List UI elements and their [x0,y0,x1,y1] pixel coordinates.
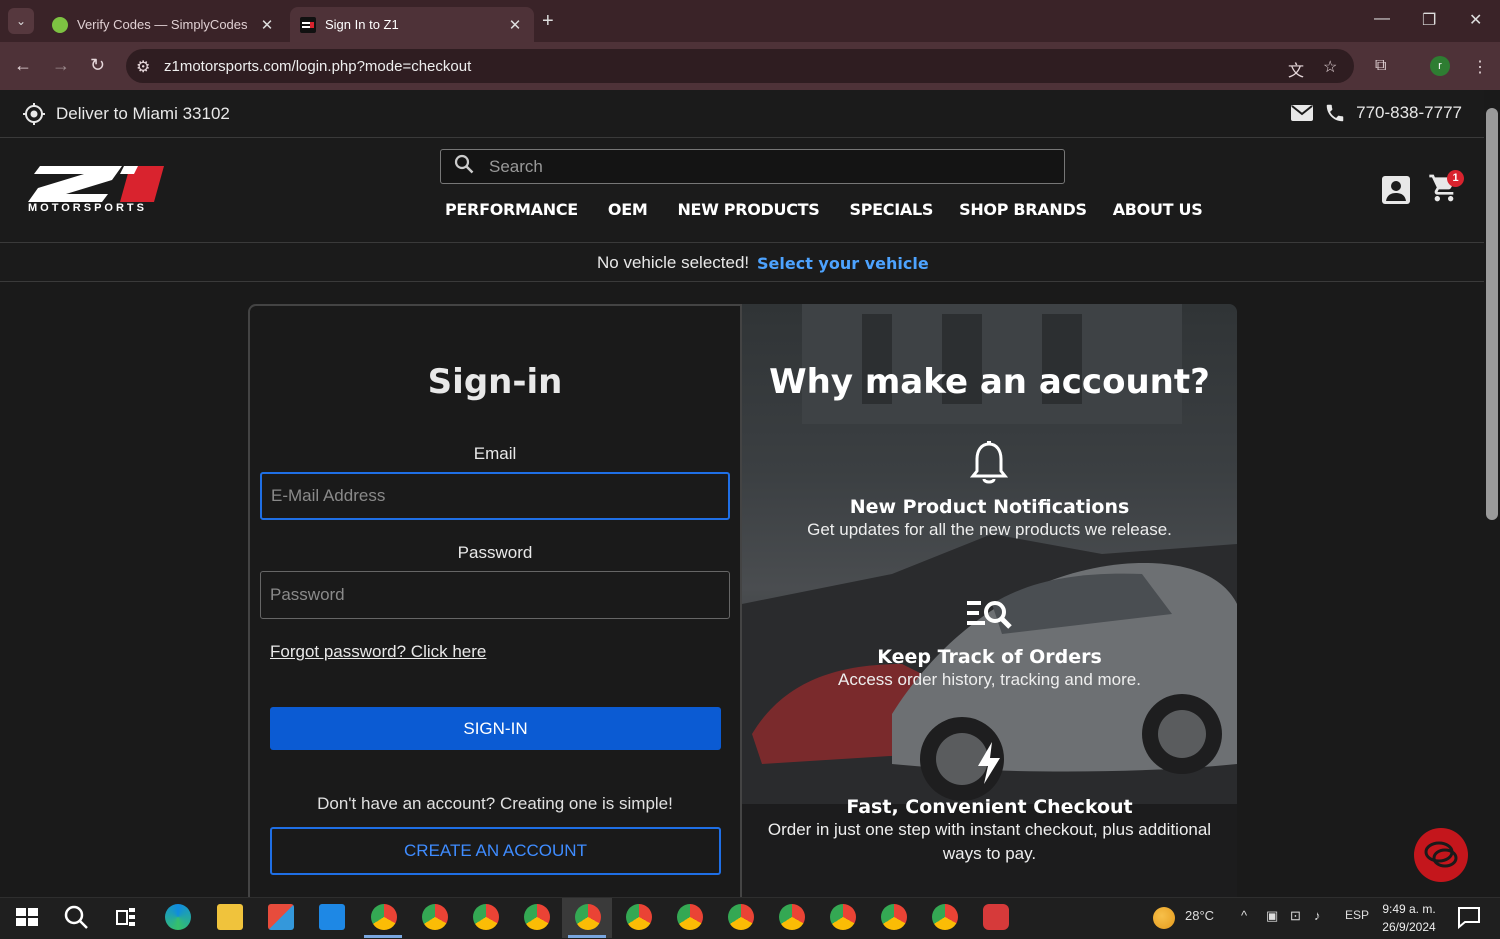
chrome-active-icon[interactable] [575,904,601,930]
select-vehicle-link[interactable]: Select your vehicle [757,254,929,273]
chrome-profile-icon[interactable] [881,904,907,930]
volume-icon[interactable]: ♪ [1314,908,1321,923]
new-tab-icon[interactable]: + [542,10,554,33]
tab-z1-signin[interactable]: Sign In to Z1 ✕ [290,7,534,42]
z1-favicon-icon [300,16,316,33]
chrome-profile-icon[interactable] [524,904,550,930]
nav-about-us[interactable]: ABOUT US [1113,200,1203,219]
signin-button[interactable]: SIGN-IN [270,707,721,750]
nav-performance[interactable]: PERFORMANCE [445,200,578,219]
tab-title: Sign In to Z1 [325,17,399,32]
notifications-icon[interactable] [1456,904,1482,930]
chat-bubble-icon [1424,841,1458,868]
chrome-profile-icon[interactable] [473,904,499,930]
forgot-password-link[interactable]: Forgot password? Click here [270,642,486,662]
why-title: Why make an account? [769,362,1210,402]
meet-now-icon[interactable]: ▣ [1266,908,1278,924]
search-icon[interactable] [441,154,487,179]
feature-title-notifications: New Product Notifications [849,496,1130,518]
nav-new-products[interactable]: NEW PRODUCTS [677,200,819,219]
feature-title-orders: Keep Track of Orders [877,646,1102,668]
tab-title: Verify Codes — SimplyCodes [77,17,248,32]
logo-text: MOTORSPORTS [28,202,147,214]
reload-icon[interactable]: ↻ [90,55,105,76]
nav-shop-brands[interactable]: SHOP BRANDS [959,200,1087,219]
chrome-profile-icon[interactable] [371,904,397,930]
order-search-icon [967,601,1012,629]
chrome-profile-icon[interactable] [932,904,958,930]
edge-icon[interactable] [165,904,191,930]
phone-number[interactable]: 770-838-7777 [1356,103,1462,123]
contact-info: 770-838-7777 [1290,102,1462,124]
lightning-icon [978,742,1000,784]
site-info-icon[interactable]: ⚙ [136,57,150,77]
mail-icon[interactable] [319,904,345,930]
account-icon[interactable] [1380,174,1412,211]
minimize-icon[interactable]: — [1374,10,1390,28]
chevron-up-icon[interactable]: ^ [1241,908,1247,923]
store-icon[interactable] [268,904,294,930]
file-explorer-icon[interactable] [217,904,243,930]
phone-icon[interactable] [1324,102,1346,124]
feature-desc-notifications: Get updates for all the new products we … [807,520,1172,539]
taskbar-clock[interactable]: 9:49 a. m. 26/9/2024 [1376,900,1442,936]
language-indicator[interactable]: ESP [1345,908,1369,922]
chrome-profile-icon[interactable] [728,904,754,930]
chat-widget-button[interactable] [1414,828,1468,882]
chrome-profile-icon[interactable] [626,904,652,930]
feature-desc-orders: Access order history, tracking and more. [838,670,1141,689]
chrome-profile-icon[interactable] [779,904,805,930]
feature-desc-checkout: Order in just one step with instant chec… [767,820,1212,863]
main-nav: PERFORMANCE OEM NEW PRODUCTS SPECIALS SH… [445,200,1232,219]
deliver-location[interactable]: Deliver to Miami 33102 [22,102,230,126]
tab-simplycodes[interactable]: Verify Codes — SimplyCodes ✕ [42,7,286,42]
clock-time: 9:49 a. m. [1382,902,1436,916]
search-input[interactable] [487,155,1051,178]
bell-icon [970,441,1008,484]
nav-specials[interactable]: SPECIALS [850,200,934,219]
cart-count-badge: 1 [1447,170,1464,187]
tab-search-button[interactable]: ⌄ [8,8,34,34]
vehicle-status: No vehicle selected! [597,253,750,272]
extensions-icon[interactable]: ⧉ [1375,57,1386,75]
clock-date: 26/9/2024 [1382,920,1436,934]
feature-title-checkout: Fast, Convenient Checkout [846,796,1133,818]
nav-oem[interactable]: OEM [608,200,648,219]
location-target-icon [23,103,45,125]
close-tab-icon[interactable]: ✕ [506,16,524,34]
windows-start-icon[interactable] [14,904,40,930]
password-label: Password [457,543,533,562]
profile-avatar[interactable]: r [1430,56,1450,76]
back-icon[interactable]: ← [14,55,32,76]
email-label: Email [473,444,517,463]
weather-temp[interactable]: 28°C [1185,908,1214,923]
restore-icon[interactable]: ❐ [1422,10,1436,30]
forward-icon[interactable]: → [52,55,70,76]
close-tab-icon[interactable]: ✕ [258,16,276,34]
scrollbar-thumb[interactable] [1486,108,1498,520]
password-field[interactable] [260,571,730,619]
chrome-profile-icon[interactable] [830,904,856,930]
deliver-text: Deliver to Miami 33102 [56,104,230,123]
menu-icon[interactable]: ⋮ [1472,57,1488,77]
chrome-profile-icon[interactable] [422,904,448,930]
signin-title: Sign-in [427,362,563,402]
network-icon[interactable]: ⊡ [1290,908,1301,924]
task-view-icon[interactable] [113,904,139,930]
simplycodes-favicon-icon [52,16,68,33]
z1-logo[interactable]: MOTORSPORTS [26,164,166,216]
search-box[interactable] [440,149,1065,184]
search-icon[interactable] [63,904,89,930]
url-text[interactable]: z1motorsports.com/login.php?mode=checkou… [164,58,471,75]
close-window-icon[interactable]: ✕ [1469,10,1482,30]
translate-icon[interactable]: 文 [1288,57,1304,81]
vpn-app-icon[interactable] [983,904,1009,930]
weather-sun-icon[interactable] [1153,907,1175,929]
create-account-button[interactable]: CREATE AN ACCOUNT [270,827,721,875]
chrome-profile-icon[interactable] [677,904,703,930]
email-field[interactable] [260,472,730,520]
email-icon[interactable] [1290,104,1314,122]
bookmark-star-icon[interactable]: ☆ [1323,57,1337,77]
no-account-text: Don't have an account? Creating one is s… [317,794,673,813]
